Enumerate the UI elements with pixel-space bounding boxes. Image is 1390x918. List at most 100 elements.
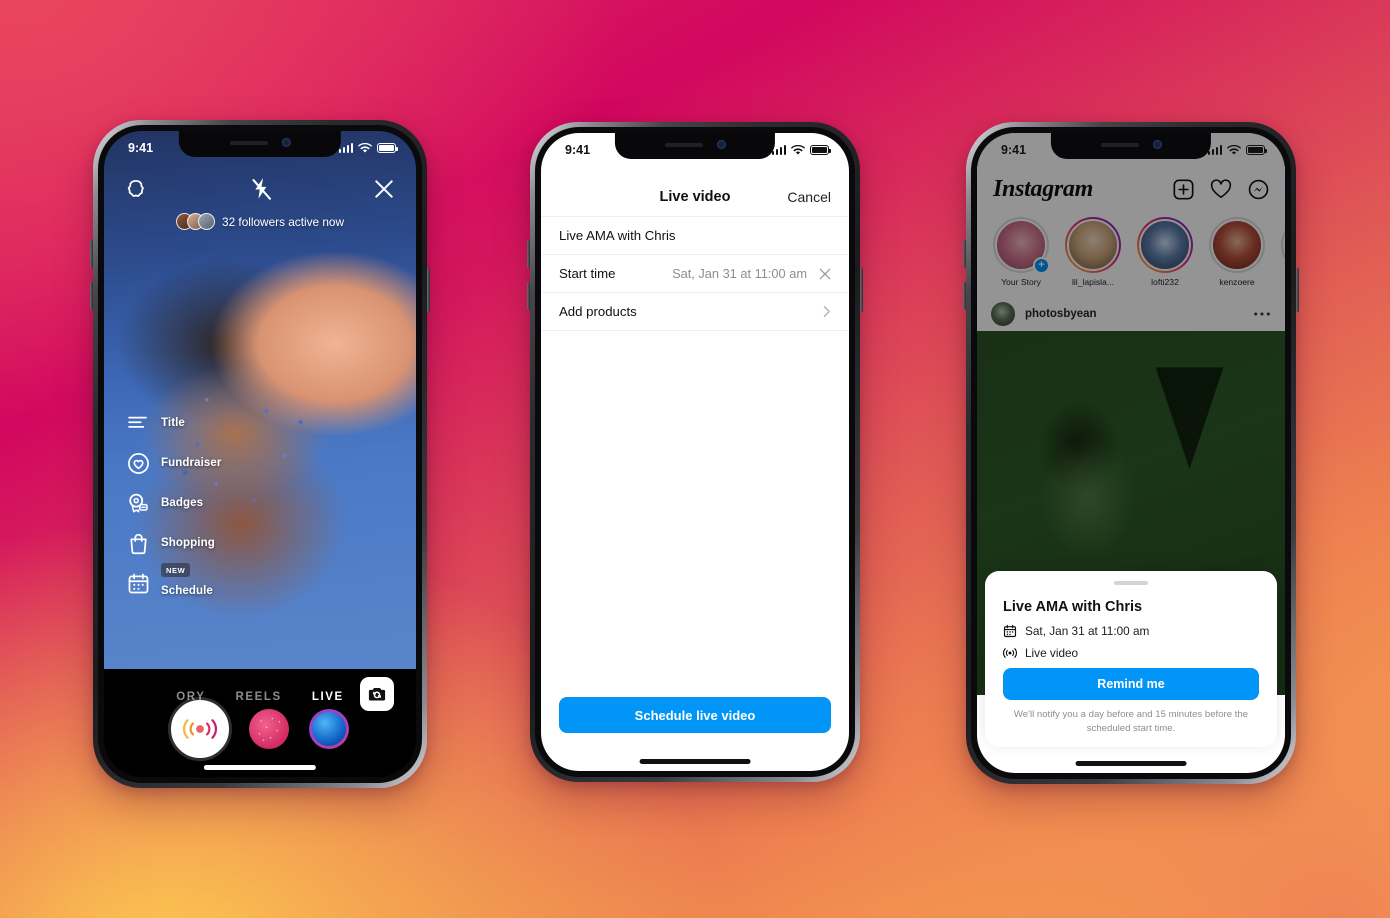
story-item[interactable]: lil_lapisla... [1063,217,1123,297]
globe-filter-icon[interactable] [309,709,349,749]
page-title: Live video [659,188,731,205]
form-nav-bar: Live video Cancel [541,177,849,217]
add-products-row[interactable]: Add products [541,293,849,331]
text-lines-icon [126,411,150,435]
start-time-row[interactable]: Start time Sat, Jan 31 at 11:00 am [541,255,849,293]
start-time-value: Sat, Jan 31 at 11:00 am [672,266,807,281]
clear-icon[interactable] [819,268,831,280]
volume-up-button[interactable] [527,240,530,268]
schedule-live-video-button[interactable]: Schedule live video [559,697,831,733]
app-header: Instagram [977,167,1285,211]
phone-screen: 9:41 Instagram + Your Story lil_lapisla.… [977,133,1285,773]
live-broadcast-icon [1003,648,1017,659]
post-header: photosbyean [977,297,1285,331]
add-products-label: Add products [559,304,637,319]
close-icon[interactable] [374,179,394,199]
sheet-grabber[interactable] [1114,581,1148,586]
messenger-icon[interactable] [1248,179,1269,200]
story-your-story[interactable]: + Your Story [991,217,1051,297]
volume-up-button[interactable] [963,240,966,268]
avatar [1283,219,1285,271]
home-indicator[interactable] [1075,761,1187,766]
heart-icon[interactable] [1210,179,1232,199]
power-button[interactable] [860,268,863,312]
phone-bezel: 9:41 32 followers active now Title Fundr… [98,125,422,783]
front-camera [281,138,291,147]
home-indicator[interactable] [203,765,317,770]
phone-live-camera: 9:41 32 followers active now Title Fundr… [90,120,430,788]
volume-down-button[interactable] [527,282,530,310]
start-time-label: Start time [559,266,616,281]
battery-icon [810,145,832,155]
gear-icon[interactable] [126,178,148,200]
avatar [1067,219,1119,271]
story-item[interactable]: kenzoere [1207,217,1267,297]
phone-bezel: 9:41 Instagram + Your Story lil_lapisla.… [971,127,1291,779]
reminder-note: We'll notify you a day before and 15 min… [1013,709,1249,734]
story-username: lil_lapisla... [1071,277,1115,287]
volume-down-button[interactable] [90,282,93,310]
live-option-shopping[interactable]: Shopping [126,523,221,563]
form-rows: Live AMA with Chris Start time Sat, Jan … [541,217,849,331]
wifi-icon [1227,144,1241,155]
cancel-button[interactable]: Cancel [787,189,831,205]
live-options-menu: Title Fundraiser Badges Shopping NEW Sch… [126,403,221,603]
status-time: 9:41 [565,143,591,157]
calendar-icon [1003,625,1017,638]
event-title: Live AMA with Chris [1003,599,1143,616]
chevron-right-icon [823,305,830,318]
story-item[interactable]: sapp [1279,217,1285,297]
notch [614,133,776,159]
story-ring: + [993,217,1050,274]
earpiece-speaker [229,140,268,145]
more-options-icon[interactable] [1253,311,1271,317]
phone-schedule-form: 9:41 Live video Cancel Live AMA with Chr… [527,122,863,782]
calendar-icon [126,571,150,595]
status-time: 9:41 [128,141,154,155]
live-option-fundraiser[interactable]: Fundraiser [126,443,221,483]
stories-tray[interactable]: + Your Story lil_lapisla... lofti232 ken… [977,211,1285,297]
event-date-row: Sat, Jan 31 at 11:00 am [1003,624,1259,638]
front-camera [716,140,726,149]
live-broadcast-icon[interactable] [171,700,229,758]
wifi-icon [791,144,805,155]
power-button[interactable] [427,268,430,312]
live-option-badges[interactable]: Badges [126,483,221,523]
story-ring [1281,217,1285,273]
live-title-value: Live AMA with Chris [559,228,676,243]
remind-me-button[interactable]: Remind me [1003,668,1259,701]
wifi-icon [358,142,372,153]
story-item[interactable]: lofti232 [1135,217,1195,297]
story-ring [1137,217,1193,273]
title-input-row[interactable]: Live AMA with Chris [541,217,849,255]
live-option-title[interactable]: Title [126,403,221,443]
cellular-bars-icon [338,143,353,153]
volume-down-button[interactable] [963,282,966,310]
story-ring [1209,217,1265,273]
live-option-label: Fundraiser [161,457,222,469]
add-story-icon[interactable]: + [1033,257,1050,274]
active-followers-row: 32 followers active now [104,213,416,230]
phone-feed-reminder: 9:41 Instagram + Your Story lil_lapisla.… [963,122,1299,784]
live-option-schedule[interactable]: NEW Schedule [126,563,221,603]
live-option-label: Schedule [161,585,213,597]
power-button[interactable] [1296,268,1299,312]
avatar[interactable] [991,302,1015,326]
volume-up-button[interactable] [90,240,93,268]
avatar [1139,219,1191,271]
flash-off-icon[interactable] [250,177,273,202]
shopping-bag-icon [126,531,150,555]
battery-icon [1246,145,1268,155]
phone-screen: 9:41 Live video Cancel Live AMA with Chr… [541,133,849,771]
post-username[interactable]: photosbyean [1025,308,1243,320]
home-indicator[interactable] [639,759,751,764]
badge-icon [126,491,150,515]
story-username: lofti232 [1151,277,1179,287]
sparkle-filter-icon[interactable] [249,709,289,749]
event-type-text: Live video [1025,646,1079,661]
screenshot-stage: 9:41 32 followers active now Title Fundr… [0,0,1390,918]
phone-screen: 9:41 32 followers active now Title Fundr… [104,131,416,777]
status-time: 9:41 [1001,143,1027,157]
heart-circle-icon [126,451,150,475]
plus-square-icon[interactable] [1173,179,1194,200]
